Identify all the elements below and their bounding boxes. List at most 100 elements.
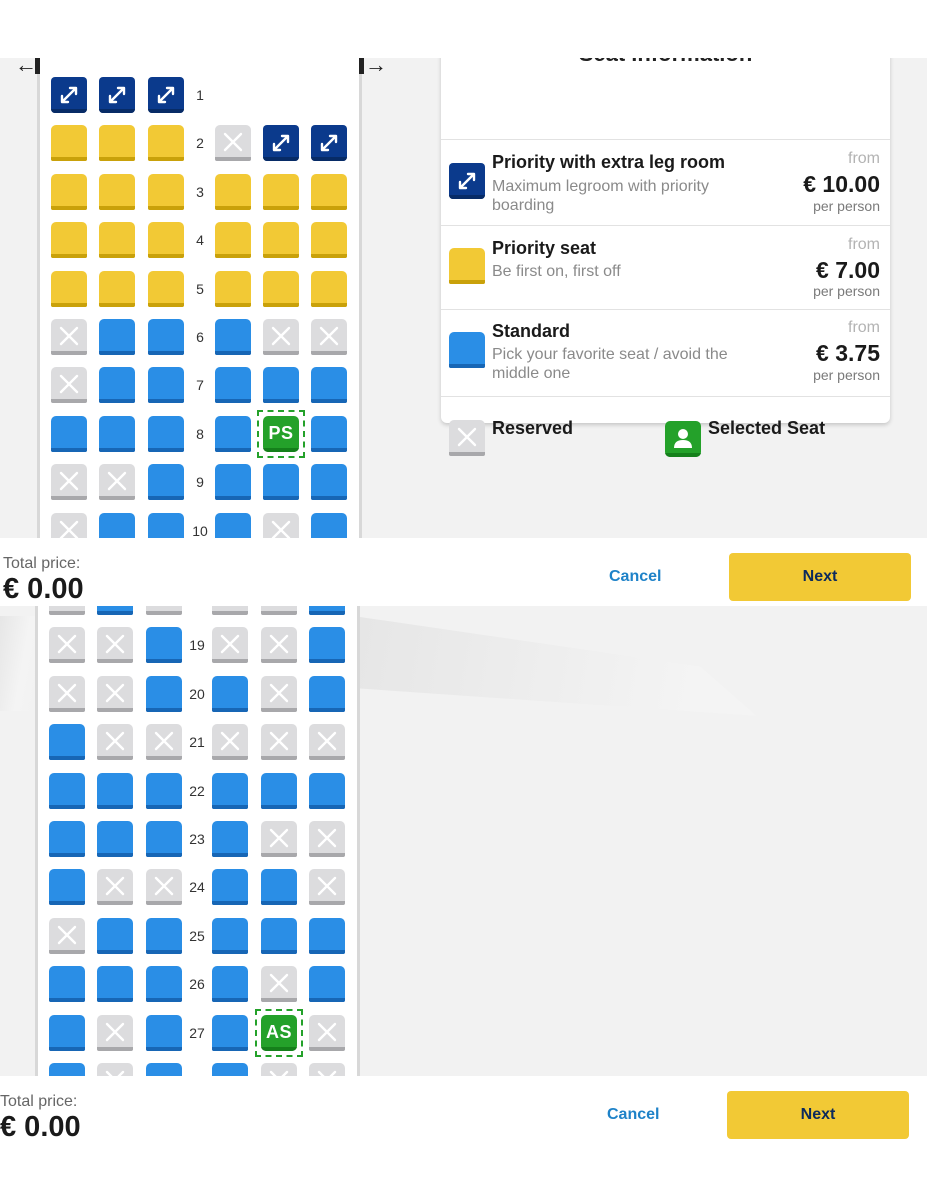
seat-22C[interactable] <box>146 772 182 809</box>
seat-10C[interactable] <box>148 512 184 538</box>
seat-23B[interactable] <box>97 821 133 857</box>
seat-10D[interactable] <box>215 512 251 538</box>
seat-partialD[interactable] <box>212 1063 248 1076</box>
wing-shadow-left <box>0 616 35 711</box>
seat-3C[interactable] <box>148 173 184 210</box>
seat-7F[interactable] <box>311 367 347 404</box>
seat-26A[interactable] <box>49 966 85 1003</box>
seat-20D[interactable] <box>212 675 248 712</box>
seat-26C[interactable] <box>146 966 182 1003</box>
seat-9F[interactable] <box>311 464 347 501</box>
seat-2C[interactable] <box>148 125 184 162</box>
seat-2F[interactable] <box>311 125 347 162</box>
seat-7D[interactable] <box>215 367 251 404</box>
seat-25E[interactable] <box>261 917 297 954</box>
row-number: 9 <box>196 474 204 491</box>
seat-2E[interactable] <box>263 125 299 162</box>
seat-5B[interactable] <box>99 270 135 307</box>
seat-2A[interactable] <box>51 125 87 162</box>
seat-8D[interactable] <box>215 415 251 452</box>
cancel-button[interactable]: Cancel <box>609 568 661 586</box>
seat-3B[interactable] <box>99 173 135 210</box>
seat-8B[interactable] <box>99 415 135 452</box>
seat-19C[interactable] <box>146 627 182 664</box>
seat-22B[interactable] <box>97 772 133 809</box>
next-button[interactable]: Next <box>727 1091 909 1139</box>
seat-8A[interactable] <box>51 415 87 452</box>
seat-4D[interactable] <box>215 222 251 259</box>
seat-3E[interactable] <box>263 173 299 210</box>
seat-26F[interactable] <box>309 966 345 1003</box>
seat-24A[interactable] <box>49 869 85 906</box>
seat-26D[interactable] <box>212 966 248 1003</box>
seat-23A[interactable] <box>49 821 85 857</box>
seat-5E[interactable] <box>263 270 299 307</box>
seat-partialF[interactable] <box>309 606 345 615</box>
seat-27A[interactable] <box>49 1014 85 1051</box>
seat-5C[interactable] <box>148 270 184 307</box>
seat-partialA[interactable] <box>49 1063 85 1076</box>
seat-22A[interactable] <box>49 772 85 809</box>
seat-9D[interactable] <box>215 464 251 501</box>
passenger-initials: AS <box>265 1021 292 1042</box>
seat-5F[interactable] <box>311 270 347 307</box>
row-number: 8 <box>196 425 204 442</box>
seat-4E[interactable] <box>263 222 299 259</box>
seat-27D[interactable] <box>212 1014 248 1051</box>
total-price-value: € 0.00 <box>0 1111 81 1143</box>
seat-25D[interactable] <box>212 917 248 954</box>
seat-1B[interactable] <box>99 77 135 113</box>
seat-19F[interactable] <box>309 627 345 664</box>
seat-8F[interactable] <box>311 415 347 452</box>
seat-24D[interactable] <box>212 869 248 906</box>
seat-type-price: € 7.00 <box>816 257 880 283</box>
seat-4F[interactable] <box>311 222 347 259</box>
seat-25B[interactable] <box>97 917 133 954</box>
seat-23D[interactable] <box>212 821 248 857</box>
price-per-person-label: per person <box>813 283 880 299</box>
seat-4C[interactable] <box>148 222 184 259</box>
price-from-label: from <box>848 319 880 336</box>
seat-26B[interactable] <box>97 966 133 1003</box>
seat-23C[interactable] <box>146 821 182 857</box>
seat-27C[interactable] <box>146 1014 182 1051</box>
cancel-button[interactable]: Cancel <box>607 1106 659 1124</box>
seat-9E[interactable] <box>263 464 299 501</box>
seat-7B[interactable] <box>99 367 135 404</box>
seat-8E[interactable]: PS <box>263 415 299 452</box>
seat-9C[interactable] <box>148 464 184 501</box>
seat-4A[interactable] <box>51 222 87 259</box>
seat-27E[interactable]: AS <box>261 1014 297 1051</box>
seat-20C[interactable] <box>146 675 182 712</box>
selected-legend-label: Selected Seat <box>708 418 826 438</box>
seat-10B[interactable] <box>99 512 135 538</box>
seat-24E[interactable] <box>261 869 297 906</box>
seat-22D[interactable] <box>212 772 248 809</box>
seat-20F[interactable] <box>309 675 345 712</box>
seat-21A[interactable] <box>49 724 85 761</box>
seat-6B[interactable] <box>99 319 135 355</box>
seat-6C[interactable] <box>148 319 184 355</box>
seat-2B[interactable] <box>99 125 135 162</box>
seat-5A[interactable] <box>51 270 87 307</box>
seat-4B[interactable] <box>99 222 135 259</box>
seat-10F[interactable] <box>311 512 347 538</box>
seat-3D[interactable] <box>215 173 251 210</box>
seat-7E[interactable] <box>263 367 299 404</box>
seat-7C[interactable] <box>148 367 184 404</box>
seat-6D[interactable] <box>215 319 251 355</box>
seat-1C[interactable] <box>148 77 184 113</box>
seat-25C[interactable] <box>146 917 182 954</box>
price-from-label: from <box>848 236 880 253</box>
seat-partialC[interactable] <box>146 1063 182 1076</box>
seat-8C[interactable] <box>148 415 184 452</box>
seat-25F[interactable] <box>309 917 345 954</box>
seat-3A[interactable] <box>51 173 87 210</box>
seat-1A[interactable] <box>51 77 87 113</box>
next-button[interactable]: Next <box>729 553 911 601</box>
seat-22F[interactable] <box>309 772 345 809</box>
seat-5D[interactable] <box>215 270 251 307</box>
seat-3F[interactable] <box>311 173 347 210</box>
seat-partialB[interactable] <box>97 606 133 615</box>
seat-22E[interactable] <box>261 772 297 809</box>
